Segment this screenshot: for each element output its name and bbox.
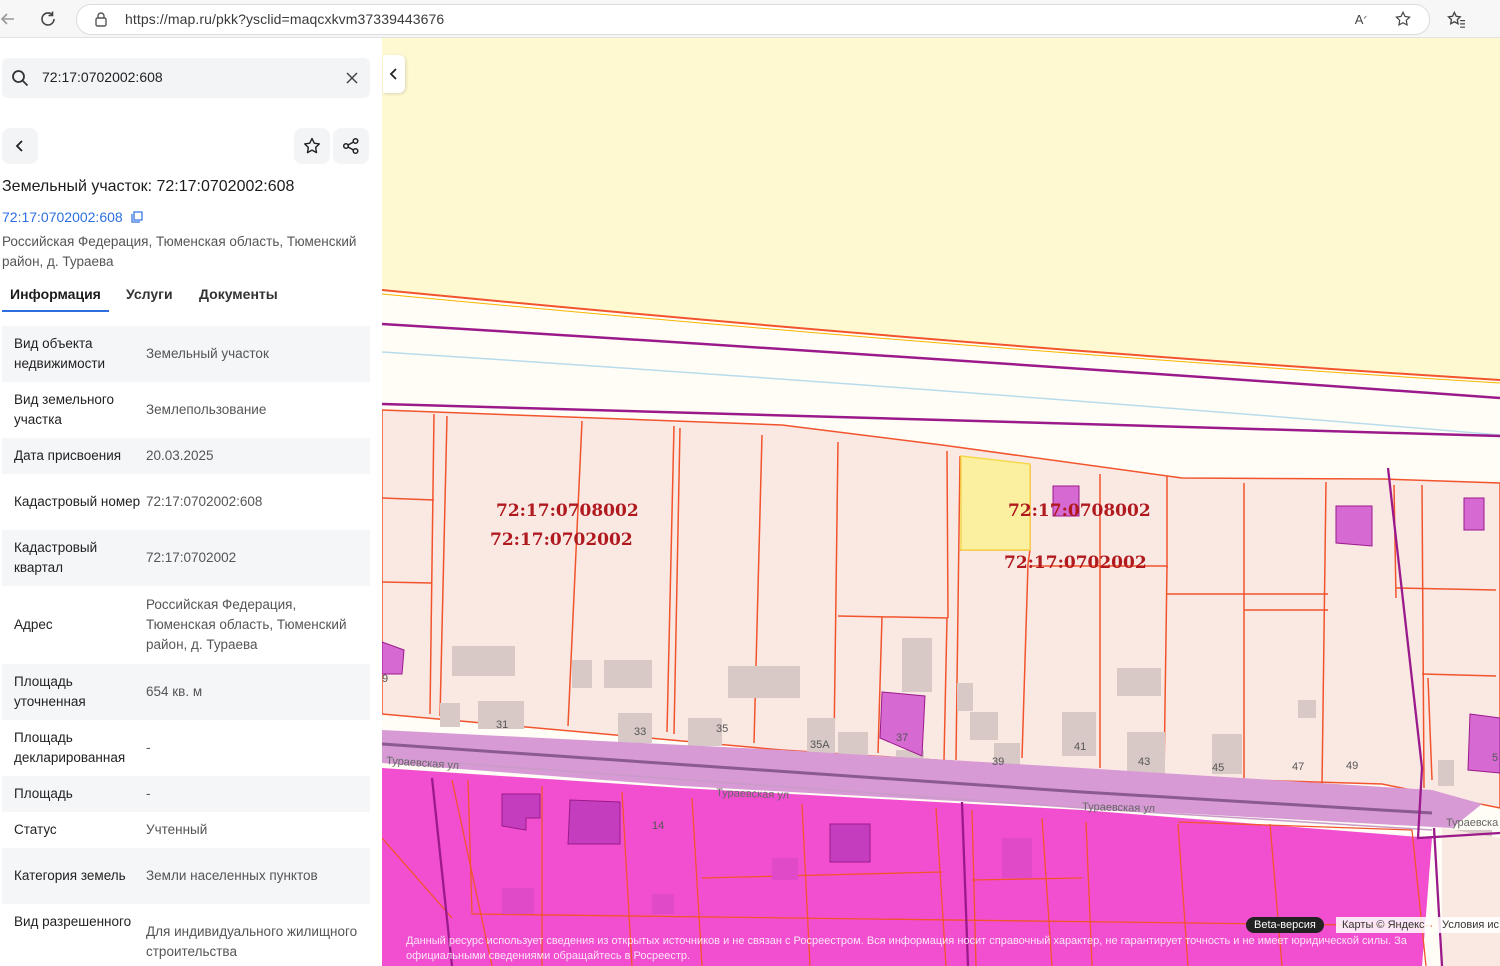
url-text: https://map.ru/pkk?ysclid=maqcxkvm373394… xyxy=(125,11,445,27)
property-row: Статус Учтенный xyxy=(2,812,370,848)
house-number: 41 xyxy=(1074,741,1086,753)
property-key: Вид разрешенного xyxy=(14,914,132,929)
property-row: Площадь декларированная - xyxy=(2,720,370,776)
house-number: 33 xyxy=(634,726,646,738)
page-title: Земельный участок: 72:17:0702002:608 xyxy=(2,178,295,195)
property-key: Категория земель xyxy=(14,868,126,883)
read-aloud-icon[interactable]: Aᐟ xyxy=(1349,7,1373,31)
street-label: Тураевска xyxy=(1446,817,1499,829)
clear-icon[interactable] xyxy=(344,70,360,86)
property-value: 20.03.2025 xyxy=(146,448,214,463)
favorite-star-icon[interactable] xyxy=(1391,7,1415,31)
property-row: Адрес Российская Федерация, Тюменская об… xyxy=(2,586,370,664)
property-table: Вид объекта недвижимости Земельный участ… xyxy=(2,326,370,966)
house-number: 37 xyxy=(896,732,908,744)
terms-link[interactable]: Условия ис xyxy=(1438,917,1500,933)
property-row: Кадастровый номер 72:17:0702002:608 xyxy=(2,474,370,530)
house-number: 45 xyxy=(1212,762,1224,774)
chevron-left-icon xyxy=(15,140,23,152)
property-key: Вид земельного участка xyxy=(14,392,115,427)
property-row: Вид земельного участка Землепользование xyxy=(2,382,370,438)
back-button[interactable] xyxy=(2,128,38,164)
property-key: Площадь xyxy=(14,786,73,801)
property-value: Для индивидуального жилищного строительс… xyxy=(146,924,358,959)
map-disclaimer: Данный ресурс использует сведения из отк… xyxy=(406,935,1407,962)
property-key: Вид объекта недвижимости xyxy=(14,336,106,371)
map-copyright[interactable]: Карты © Яндекс xyxy=(1336,917,1431,933)
property-row: Вид объекта недвижимости Земельный участ… xyxy=(2,326,370,382)
property-row: Площадь уточненная 654 кв. м xyxy=(2,664,370,720)
property-row: Кадастровый квартал 72:17:0702002 xyxy=(2,530,370,586)
search-icon xyxy=(10,68,30,88)
house-number: 35 xyxy=(716,723,728,735)
map-canvas[interactable]: 72:17:0708002 72:17:0702002 72:17:070800… xyxy=(382,38,1500,966)
property-value: Землепользование xyxy=(146,402,267,417)
property-value: 72:17:0702002 xyxy=(146,550,237,565)
property-key: Статус xyxy=(14,822,57,837)
tab-information[interactable]: Информация xyxy=(2,284,109,312)
back-arrow-icon[interactable] xyxy=(0,7,20,31)
property-value: Учтенный xyxy=(146,822,208,837)
house-number: 47 xyxy=(1292,761,1304,773)
property-row: Площадь - xyxy=(2,776,370,812)
favorites-bar-icon[interactable] xyxy=(1444,7,1468,31)
property-row: Вид разрешенного Для индивидуального жил… xyxy=(2,904,370,966)
share-button[interactable] xyxy=(333,128,369,164)
address-bar[interactable]: https://map.ru/pkk?ysclid=maqcxkvm373394… xyxy=(76,4,1430,35)
street-label: Тураевская ул xyxy=(716,787,789,802)
refresh-icon[interactable] xyxy=(36,7,60,31)
property-key: Кадастровый квартал xyxy=(14,540,98,575)
beta-badge[interactable]: Beta-версия xyxy=(1246,917,1324,933)
property-value: - xyxy=(146,786,151,801)
cadastral-number-link[interactable]: 72:17:0702002:608 xyxy=(2,209,143,225)
property-value: 72:17:0702002:608 xyxy=(146,494,263,509)
house-number: 14 xyxy=(652,820,664,832)
property-key: Адрес xyxy=(14,617,53,632)
quarter-label: 72:17:0708002 xyxy=(1008,501,1151,521)
cadastral-map[interactable]: 72:17:0708002 72:17:0702002 72:17:070800… xyxy=(382,38,1500,966)
site-info-icon[interactable] xyxy=(89,7,113,31)
quarter-label: 72:17:0702002 xyxy=(1004,553,1147,573)
tab-bar: Информация Услуги Документы xyxy=(2,284,372,314)
star-icon xyxy=(303,137,321,154)
house-number: 5 xyxy=(1492,752,1498,764)
map-zone-top xyxy=(382,38,1500,380)
search-input[interactable]: 72:17:0702002:608 xyxy=(42,69,163,85)
house-number: 35А xyxy=(810,739,830,751)
object-address: Российская Федерация, Тюменская область,… xyxy=(2,234,357,269)
add-to-favorites-button[interactable] xyxy=(294,128,330,164)
share-icon xyxy=(342,137,359,155)
house-number: 43 xyxy=(1138,756,1150,768)
house-number: 49 xyxy=(1346,760,1358,772)
cadastral-number-text[interactable]: 72:17:0702002:608 xyxy=(2,209,123,225)
street-label: Тураевская ул xyxy=(1082,801,1155,815)
property-key: Площадь уточненная xyxy=(14,674,86,709)
chevron-left-icon xyxy=(389,68,397,80)
house-number: 9 xyxy=(382,673,388,685)
quarter-label: 72:17:0708002 xyxy=(496,501,639,521)
house-number: 31 xyxy=(496,719,508,731)
house-number: 39 xyxy=(992,756,1004,768)
property-value: - xyxy=(146,740,151,755)
property-key: Дата присвоения xyxy=(14,448,122,463)
info-panel: 72:17:0702002:608 Земельный участок: 72:… xyxy=(0,38,382,966)
property-value: 654 кв. м xyxy=(146,684,203,699)
collapse-panel-button[interactable] xyxy=(383,55,405,93)
copy-icon[interactable] xyxy=(130,211,143,223)
property-value: Российская Федерация, Тюменская область,… xyxy=(146,597,347,652)
property-row: Дата присвоения 20.03.2025 xyxy=(2,438,370,474)
browser-toolbar: https://map.ru/pkk?ysclid=maqcxkvm373394… xyxy=(0,0,1500,38)
property-row: Категория земель Земли населенных пункто… xyxy=(2,848,370,904)
tab-documents[interactable]: Документы xyxy=(191,284,286,310)
property-key: Кадастровый номер xyxy=(14,494,141,509)
tab-services[interactable]: Услуги xyxy=(118,284,181,310)
quarter-label: 72:17:0702002 xyxy=(490,530,633,550)
property-value: Земли населенных пунктов xyxy=(146,868,318,883)
search-box[interactable]: 72:17:0702002:608 xyxy=(2,58,370,98)
property-value: Земельный участок xyxy=(146,346,269,361)
property-key: Площадь декларированная xyxy=(14,730,126,765)
